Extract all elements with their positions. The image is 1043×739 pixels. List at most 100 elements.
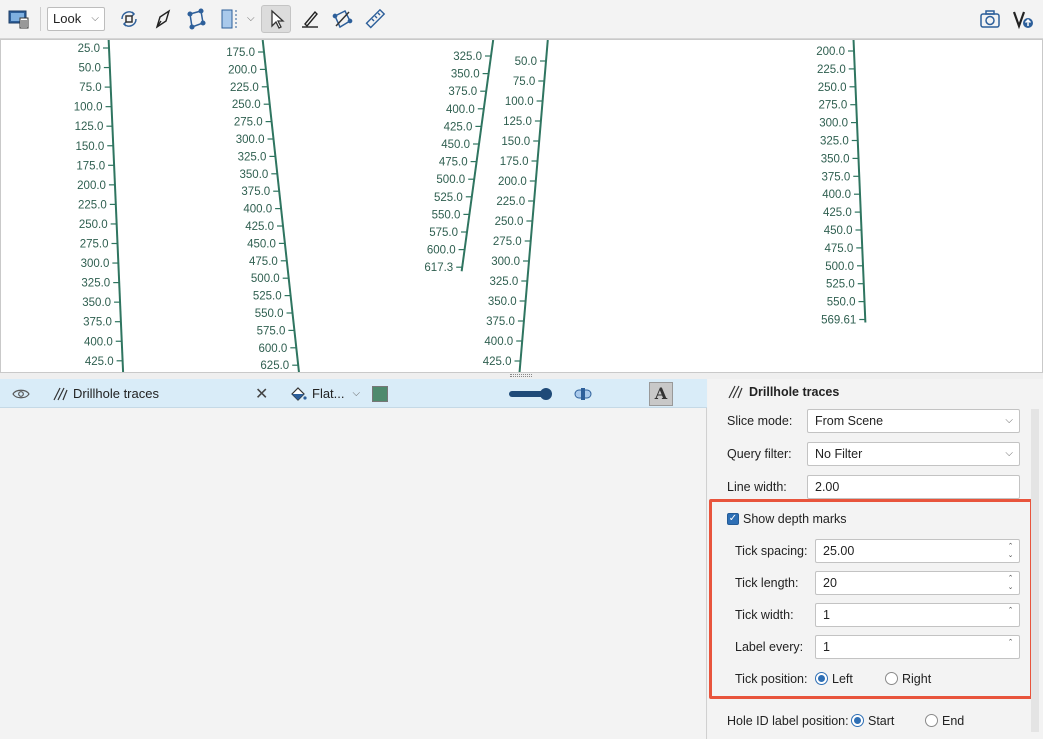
measure-button[interactable]: [360, 5, 390, 33]
slice-tool-button[interactable]: [215, 5, 245, 33]
depth-label: 100.0: [74, 102, 103, 114]
clear-scene-button[interactable]: [4, 5, 34, 33]
depth-label: 425.0: [85, 356, 114, 368]
tick-width-label: Tick width:: [735, 608, 794, 622]
slice-mode-select[interactable]: From Scene ⌵: [807, 409, 1020, 433]
spinner-arrows-icon[interactable]: ⌃ ⌄: [1006, 542, 1015, 560]
hole-id-start-radio[interactable]: [851, 714, 864, 727]
text-label-icon: A: [649, 381, 673, 406]
paint-bucket-icon: [289, 379, 307, 408]
screenshot-button[interactable]: [975, 5, 1005, 33]
properties-panel: Drillhole traces Slice mode: From Scene …: [708, 379, 1043, 739]
scene-view[interactable]: 25.0 50.0 75.0 100.0 125.0 150.0 175.0 200.0 225…: [0, 39, 1043, 373]
object-row-drillhole-traces[interactable]: Drillhole traces ✕ Flat... ⌵ A: [0, 379, 707, 408]
depth-label: 600.0: [427, 245, 456, 257]
tick-position-left-radio[interactable]: [815, 672, 828, 685]
depth-label: 200.0: [816, 46, 845, 58]
depth-label: 400.0: [84, 336, 113, 348]
visibility-toggle[interactable]: [12, 379, 30, 408]
opacity-slider[interactable]: [508, 379, 554, 408]
depth-label: 375.0: [83, 317, 112, 329]
ruler-icon: [365, 8, 386, 29]
cursor-arrow-icon: [271, 9, 285, 29]
depth-label: 350.0: [451, 69, 480, 81]
hole-id-end-label: End: [942, 714, 965, 728]
tick-length-value: 20: [823, 576, 837, 590]
hole-id-end-radio[interactable]: [925, 714, 938, 727]
depth-label: 350.0: [488, 296, 517, 308]
depth-label: 500.0: [436, 174, 465, 186]
depth-label: 525.0: [253, 291, 282, 303]
draw-line-button[interactable]: [148, 5, 178, 33]
slice-mode-value: From Scene: [815, 414, 884, 428]
depth-label: 150.0: [75, 141, 104, 153]
depth-label: 550.0: [827, 297, 856, 309]
depth-label: 375.0: [448, 86, 477, 98]
tick-position-right-label: Right: [902, 672, 932, 686]
query-filter-select[interactable]: No Filter ⌵: [807, 442, 1020, 466]
tick-position-left-label: Left: [832, 672, 853, 686]
view-select-value: Look: [53, 11, 82, 26]
slice-dropdown-chevron-icon[interactable]: ⌵: [247, 13, 255, 24]
depth-label: 400.0: [484, 336, 513, 348]
tick-position-right-radio[interactable]: [885, 672, 898, 685]
slice-toggle-button[interactable]: [574, 379, 592, 408]
depth-label: 475.0: [439, 157, 468, 169]
hole-id-label-position-label: Hole ID label position:: [727, 714, 849, 728]
spinner-arrows-icon[interactable]: ⌃ ⌄: [1006, 574, 1015, 592]
depth-label: 125.0: [503, 116, 532, 128]
depth-label: 225.0: [230, 82, 259, 94]
depth-label: 75.0: [513, 76, 535, 88]
depth-label: 475.0: [824, 243, 853, 255]
depth-label: 600.0: [259, 343, 288, 355]
properties-scrollbar[interactable]: [1031, 409, 1039, 732]
rotate-view-button[interactable]: [114, 5, 144, 33]
pencil-line-icon: [302, 10, 318, 28]
show-labels-button[interactable]: A: [649, 379, 673, 408]
publish-button[interactable]: [1008, 5, 1038, 33]
polyline-edit-button[interactable]: [181, 5, 211, 33]
tick-width-input[interactable]: 1 ⌃: [815, 603, 1020, 627]
depth-label: 225.0: [496, 196, 525, 208]
depth-label: 250.0: [232, 99, 261, 111]
tick-length-label: Tick length:: [735, 576, 799, 590]
depth-label: 250.0: [495, 216, 524, 228]
depth-label: 569.61: [821, 315, 856, 327]
label-every-value: 1: [823, 640, 830, 654]
tick-position-label: Tick position:: [735, 672, 808, 686]
chevron-down-icon: ⌵: [352, 388, 361, 399]
show-depth-marks-checkbox[interactable]: ✓: [727, 513, 739, 525]
draw-plane-button[interactable]: [295, 5, 325, 33]
select-tool-button[interactable]: [261, 5, 291, 33]
edit-nodes-button[interactable]: [327, 5, 357, 33]
depth-label: 375.0: [821, 171, 850, 183]
color-swatch-button[interactable]: [372, 379, 388, 408]
line-width-input[interactable]: 2.00: [807, 475, 1020, 499]
depth-label: 275.0: [234, 117, 263, 129]
properties-title-text: Drillhole traces: [749, 385, 840, 399]
tick-length-input[interactable]: 20 ⌃ ⌄: [815, 571, 1020, 595]
checkmark-icon: ✓: [728, 513, 738, 524]
polygon-edit-icon: [332, 9, 353, 29]
depth-label: 100.0: [505, 96, 534, 108]
view-select[interactable]: Look ⌵: [47, 7, 105, 31]
spinner-up-icon[interactable]: ⌃: [1006, 606, 1015, 615]
depth-label: 325.0: [490, 276, 519, 288]
depth-label: 500.0: [825, 261, 854, 273]
remove-object-button[interactable]: ✕: [255, 379, 268, 408]
label-every-label: Label every:: [735, 640, 804, 654]
color-mode-dropdown[interactable]: Flat... ⌵: [312, 379, 360, 408]
properties-title: Drillhole traces: [727, 385, 839, 399]
drillhole-traces-icon: [52, 379, 70, 408]
hole-id-start-label: Start: [868, 714, 895, 728]
query-filter-label: Query filter:: [727, 447, 792, 461]
drillhole-trace-line: [852, 40, 867, 323]
spinner-up-icon[interactable]: ⌃: [1006, 638, 1015, 647]
rotate-icon: [121, 11, 137, 27]
depth-label: 450.0: [824, 225, 853, 237]
depth-label: 425.0: [483, 356, 512, 368]
tick-spacing-input[interactable]: 25.00 ⌃ ⌄: [815, 539, 1020, 563]
label-every-input[interactable]: 1 ⌃: [815, 635, 1020, 659]
depth-label: 300.0: [236, 134, 265, 146]
depth-label: 400.0: [243, 204, 272, 216]
